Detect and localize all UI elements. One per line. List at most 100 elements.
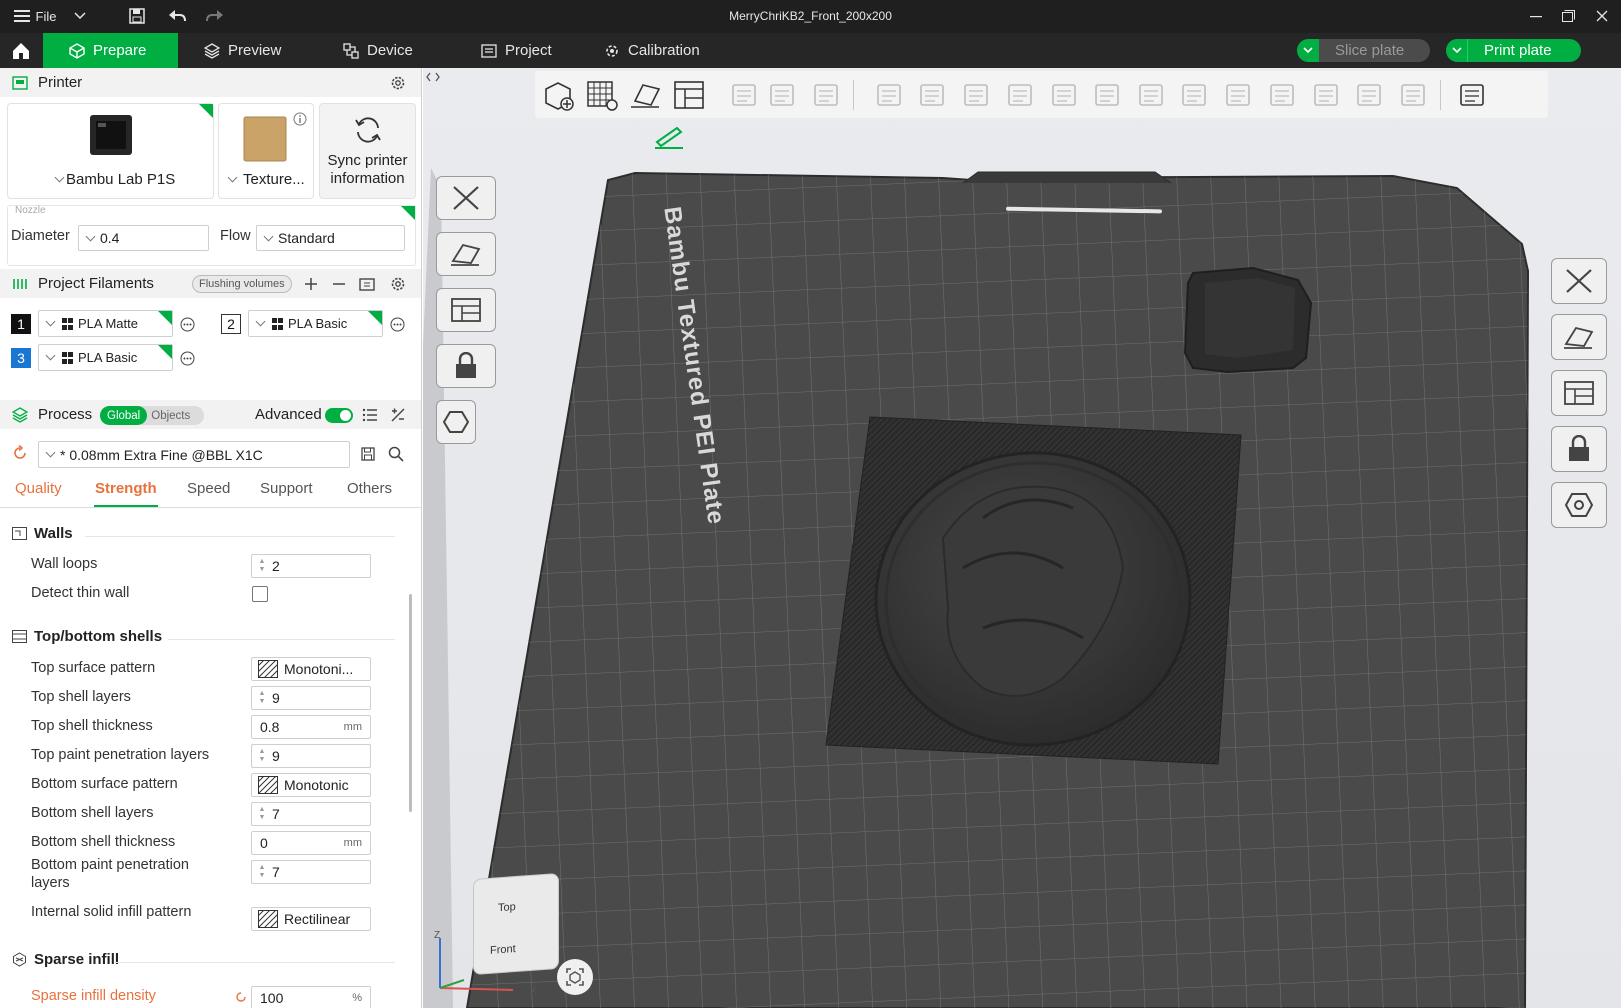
edit-pencil-icon[interactable] [653,124,689,150]
stepper-icon[interactable]: ▲ ▼ [252,861,272,883]
right-plate-layout-button[interactable] [1551,370,1607,416]
search-icon[interactable] [388,446,404,462]
sync-printer-button[interactable]: Sync printer information [319,103,416,199]
tab-preview[interactable]: Preview [204,33,304,68]
flushing-volumes-button[interactable]: Flushing volumes [192,275,292,293]
shell-row-input[interactable]: Monotoni... [251,657,371,681]
compare-icon[interactable] [390,407,406,423]
print-plate-button[interactable]: Print plate [1446,39,1581,62]
slice-dropdown[interactable] [1297,39,1319,62]
objects-option[interactable]: Objects [147,410,190,422]
stepper-icon[interactable]: ▲ ▼ [252,687,272,709]
save-preset-icon[interactable] [361,447,375,461]
shell-row-input[interactable]: ▲ ▼ 7 [251,802,371,826]
settings-scrollbar[interactable] [409,594,412,812]
remove-icon[interactable] [332,277,346,291]
copy-button[interactable] [725,76,763,114]
split-button[interactable] [1453,76,1491,114]
boolean-button[interactable] [1088,76,1126,114]
plate-lock-button[interactable] [436,344,496,388]
tab-prepare[interactable]: Prepare [43,33,178,68]
right-plate-delete-button[interactable] [1551,258,1607,304]
plate-auto-arrange-button[interactable] [436,232,496,276]
filament-1-select[interactable]: PLA Matte [38,310,173,337]
more-icon[interactable] [180,351,195,366]
rotate-button[interactable] [913,76,951,114]
cut-button[interactable] [1045,76,1083,114]
gear-icon[interactable] [390,276,406,292]
plate-card[interactable]: Texture... [218,103,314,199]
measure-button[interactable] [1307,76,1345,114]
shell-row-input[interactable]: Rectilinear [251,907,371,931]
more-icon[interactable] [390,317,405,332]
flow-select[interactable]: Standard [256,225,405,251]
more-icon[interactable] [180,317,195,332]
assembly-button[interactable] [1350,76,1388,114]
text-button[interactable] [1219,76,1257,114]
right-plate-lock-button[interactable] [1551,426,1607,472]
lay-on-face-button[interactable] [1001,76,1039,114]
add-icon[interactable] [304,277,318,291]
shell-row-input[interactable]: Monotonic [251,773,371,797]
filament-3-select[interactable]: PLA Basic [38,344,173,371]
process-preset-select[interactable]: * 0.08mm Extra Fine @BBL X1C [38,441,350,468]
gear-icon[interactable] [390,75,406,91]
printer-card[interactable]: Bambu Lab P1S [7,103,214,199]
stepper-icon[interactable]: ▲ ▼ [252,803,272,825]
subtab-others[interactable]: Others [347,480,392,497]
mesh-button[interactable] [1175,76,1213,114]
right-plate-auto-arrange-button[interactable] [1551,314,1607,360]
plate-settings-button[interactable] [436,400,476,444]
subtab-strength[interactable]: Strength [95,480,157,497]
shell-row-input[interactable]: ▲ ▼ 9 [251,744,371,768]
reset-icon[interactable] [234,990,248,1004]
arrange-button[interactable] [670,76,708,114]
close-window-button[interactable] [1592,5,1612,27]
plate-layout-button[interactable] [436,288,496,332]
fit-view-button[interactable] [557,959,593,995]
global-objects-toggle[interactable]: Global Objects [100,406,204,425]
subtab-speed[interactable]: Speed [187,480,230,497]
list-icon[interactable] [362,408,378,422]
maximize-button[interactable] [1558,5,1578,27]
color-paint-button[interactable] [1263,76,1301,114]
detect-thin-wall-checkbox[interactable] [252,586,268,602]
view-cube-top[interactable]: Top [498,901,516,914]
filament-2-select[interactable]: PLA Basic [248,310,383,337]
add-plate-button[interactable] [583,76,621,114]
support-paint-button[interactable] [1132,76,1170,114]
reset-icon[interactable] [12,445,28,461]
paste-button[interactable] [763,76,801,114]
tab-project[interactable]: Project [481,33,581,68]
diameter-select[interactable]: 0.4 [78,225,209,251]
fit-button[interactable] [1394,76,1432,114]
wall-loops-input[interactable]: ▲ ▼ 2 [251,554,371,578]
advanced-toggle[interactable] [325,408,353,423]
tab-device[interactable]: Device [343,33,443,68]
subtab-support[interactable]: Support [260,480,313,497]
tab-calibration[interactable]: Calibration [604,33,734,68]
minimize-button[interactable] [1526,5,1546,27]
home-button[interactable] [0,33,42,68]
shell-row-input[interactable]: ▲ ▼ 7 [251,860,371,884]
move-button[interactable] [870,76,908,114]
collapse-sidebar-button[interactable] [425,70,441,84]
shell-row-input[interactable]: 0 mm [251,831,371,855]
print-dropdown[interactable] [1446,39,1468,62]
layers-button[interactable] [807,76,845,114]
scale-button[interactable] [957,76,995,114]
shell-row-input[interactable]: 0.8 mm [251,715,371,739]
right-plate-settings-button[interactable] [1551,482,1607,528]
sparse-infill-density-input[interactable]: 100 % [251,986,371,1008]
add-object-button[interactable] [540,76,578,114]
plate-delete-button[interactable] [436,176,496,220]
stepper-icon[interactable]: ▲ ▼ [252,555,272,577]
stepper-icon[interactable]: ▲ ▼ [252,745,272,767]
filament-sync-icon[interactable] [358,276,376,292]
shell-row-input[interactable]: ▲ ▼ 9 [251,686,371,710]
3d-viewport[interactable]: Bambu Textured PEI Plate Top Front Z X [423,68,1621,1008]
auto-orient-button[interactable] [627,76,665,114]
slice-plate-button[interactable]: Slice plate [1297,39,1430,62]
global-option[interactable]: Global [100,406,148,425]
subtab-quality[interactable]: Quality [15,480,62,497]
